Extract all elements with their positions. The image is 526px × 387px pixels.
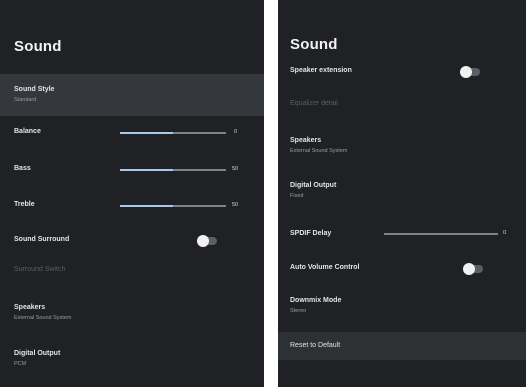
disabled-item-label: Equalizer detail	[290, 100, 338, 107]
digital-output-item[interactable]: Digital Output Fixed	[278, 175, 526, 209]
sound-style-item[interactable]: Sound Style Standard	[0, 74, 264, 116]
toggle-knob	[460, 66, 472, 78]
toggle-knob	[463, 263, 475, 275]
treble-label: Treble	[14, 201, 35, 208]
auto-volume-item[interactable]: Auto Volume Control	[278, 256, 526, 280]
balance-slider[interactable]	[120, 132, 226, 134]
sound-settings-panel-left: Sound Sound Style Standard Balance 0 Bas…	[0, 0, 264, 387]
speakers-item[interactable]: Speakers External Sound System	[278, 130, 526, 164]
auto-volume-label: Auto Volume Control	[290, 264, 360, 271]
spdif-delay-value: 0	[503, 230, 507, 236]
surround-switch-item: Surround Switch	[0, 258, 264, 284]
page-title: Sound	[14, 38, 62, 55]
auto-volume-toggle[interactable]	[463, 263, 483, 275]
treble-item[interactable]: Treble 50	[0, 193, 264, 219]
reset-to-default-item[interactable]: Reset to Default	[278, 332, 526, 360]
disabled-item: Equalizer detail	[278, 92, 526, 114]
sound-surround-toggle[interactable]	[197, 235, 217, 247]
sound-surround-item[interactable]: Sound Surround	[0, 228, 264, 254]
toggle-knob	[197, 235, 209, 247]
speakers-label: Speakers	[14, 304, 46, 311]
balance-slider-fill	[120, 132, 173, 134]
spdif-delay-label: SPDIF Delay	[290, 230, 332, 237]
digital-output-value: Fixed	[290, 193, 304, 199]
sound-surround-label: Sound Surround	[14, 236, 70, 243]
speakers-value: External Sound System	[290, 148, 348, 154]
balance-item[interactable]: Balance 0	[0, 120, 264, 146]
page-title: Sound	[290, 36, 338, 53]
sound-style-label: Sound Style	[14, 86, 55, 93]
speakers-label: Speakers	[290, 137, 322, 144]
downmix-item[interactable]: Downmix Mode Stereo	[278, 290, 526, 324]
digital-output-value: PCM	[14, 361, 27, 367]
surround-switch-label: Surround Switch	[14, 266, 66, 273]
speakers-item[interactable]: Speakers External Sound System	[0, 296, 264, 332]
treble-value: 50	[232, 202, 239, 208]
balance-label: Balance	[14, 128, 41, 135]
reset-to-default-label: Reset to Default	[290, 342, 341, 349]
balance-value: 0	[234, 129, 238, 135]
bass-value: 50	[232, 166, 239, 172]
digital-output-label: Digital Output	[14, 350, 61, 357]
sound-settings-panel-right: Sound Speaker extension Equalizer detail…	[278, 0, 526, 387]
partial-item[interactable]: Speaker extension	[278, 62, 526, 82]
spdif-delay-slider[interactable]	[384, 233, 498, 235]
bass-slider[interactable]	[120, 169, 226, 171]
partial-item-label: Speaker extension	[290, 67, 352, 74]
downmix-label: Downmix Mode	[290, 297, 342, 304]
treble-slider[interactable]	[120, 205, 226, 207]
partial-item-toggle[interactable]	[460, 66, 480, 78]
sound-style-value: Standard	[14, 97, 37, 103]
digital-output-label: Digital Output	[290, 182, 337, 189]
treble-slider-fill	[120, 205, 173, 207]
bass-item[interactable]: Bass 50	[0, 157, 264, 183]
downmix-value: Stereo	[290, 308, 307, 314]
bass-label: Bass	[14, 165, 31, 172]
digital-output-item[interactable]: Digital Output PCM	[0, 342, 264, 378]
speakers-value: External Sound System	[14, 315, 72, 321]
bass-slider-fill	[120, 169, 173, 171]
spdif-delay-item[interactable]: SPDIF Delay 0	[278, 222, 526, 244]
